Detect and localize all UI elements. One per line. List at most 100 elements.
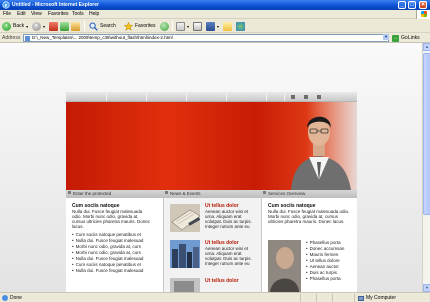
tab-bullet-icon [263, 191, 266, 194]
go-arrow-icon: → [392, 34, 399, 42]
mail-dropdown-icon: ▾ [187, 23, 190, 29]
menu-view[interactable]: View [31, 11, 42, 18]
menu-file[interactable]: File [3, 11, 11, 18]
windows-flag-icon [421, 11, 427, 17]
tab-enter-protected[interactable]: Enter the protected [68, 190, 111, 198]
messenger-icon [236, 21, 245, 31]
status-pane [332, 294, 333, 302]
news-text: Aenean auctor wisi et urna. Aliquam erat… [205, 246, 252, 266]
news-item: Ut tellus dolor Aenean auctor wisi et ur… [205, 203, 259, 229]
favorites-label: Favorites [135, 23, 156, 29]
home-mini-icon[interactable] [291, 95, 295, 99]
back-dropdown-icon[interactable]: ▾ [26, 24, 28, 29]
page-icon [25, 36, 30, 41]
scroll-thumb[interactable] [423, 53, 430, 215]
address-input[interactable]: D:\_New_Templates\... 2009\temp_c38\with… [23, 34, 389, 42]
column-about: Cum sociis natoque Nulla dui. Fusce feug… [72, 198, 160, 292]
tab-label: Enter the protected [73, 191, 112, 196]
star-icon [124, 21, 133, 31]
discuss-icon [223, 21, 232, 31]
column-services: Cum sociis natoque Nulla dui. Fusce feug… [268, 198, 356, 292]
nav-divider [186, 93, 187, 101]
news-text: Aenean auctor wisi et urna. Aliquam erat… [205, 209, 252, 229]
go-label: Go [401, 35, 408, 41]
ie-icon: e [2, 1, 10, 9]
status-pane [300, 294, 301, 302]
news-thumbnail-docs [170, 204, 200, 232]
svg-text:e: e [5, 3, 8, 9]
back-button[interactable]: ‹ Back ▾ [2, 21, 28, 31]
stop-icon [49, 21, 58, 31]
sitemap-mini-icon[interactable] [317, 95, 321, 99]
edit-icon [206, 21, 215, 31]
edit-button[interactable]: ▾ [206, 21, 219, 31]
minimize-button[interactable]: _ [398, 1, 406, 9]
scroll-down-icon[interactable]: ▼ [423, 284, 430, 292]
close-button[interactable]: × [419, 1, 427, 9]
toolbar: ‹ Back ▾ › ▾ Search Favorites ▾ ▾ [0, 19, 430, 33]
hero-banner [66, 102, 357, 190]
scroll-up-icon[interactable]: ▲ [423, 43, 430, 51]
stop-button[interactable] [49, 21, 58, 31]
menu-bar: File Edit View Favorites Tools Help [0, 10, 430, 19]
businessman-photo [291, 116, 351, 190]
menu-edit[interactable]: Edit [17, 11, 26, 18]
nav-divider [284, 93, 285, 101]
print-button[interactable] [193, 21, 202, 31]
search-icon [89, 22, 98, 31]
search-button[interactable]: Search [89, 21, 116, 31]
mail-button[interactable]: ▾ [176, 21, 189, 31]
news-item: Ut tellus dolor [205, 278, 259, 284]
vertical-scrollbar[interactable]: ▲ ▼ [422, 43, 430, 292]
home-button[interactable] [71, 21, 80, 31]
history-icon [160, 21, 169, 31]
services-photo [268, 240, 301, 292]
favorites-button[interactable]: Favorites [124, 21, 156, 31]
menu-favorites[interactable]: Favorites [48, 11, 69, 18]
zone-label: My Computer [366, 295, 397, 301]
address-bar: Address D:\_New_Templates\... 2009\temp_… [0, 33, 430, 43]
refresh-button[interactable] [60, 21, 69, 31]
news-thumbnail-city [170, 240, 200, 268]
news-title[interactable]: Ut tellus dolor [205, 278, 259, 284]
computer-icon [358, 295, 364, 301]
tab-label: News & Events [170, 191, 201, 196]
maximize-button[interactable]: □ [408, 1, 416, 9]
list-item[interactable]: Phasellus porta [306, 276, 344, 282]
edit-dropdown-icon: ▾ [217, 23, 220, 29]
status-bar: Done My Computer [0, 292, 430, 302]
messenger-button[interactable] [236, 21, 245, 31]
forward-arrow-icon: › [32, 21, 41, 31]
history-button[interactable] [160, 21, 169, 31]
menu-help[interactable]: Help [89, 11, 99, 18]
home-icon [71, 21, 80, 31]
column-paragraph: Nulla dui. Fusce feugiat malesuada odio.… [268, 209, 350, 224]
forward-button[interactable]: › ▾ [32, 21, 45, 31]
refresh-icon [60, 21, 69, 31]
search-label: Search [100, 23, 116, 29]
go-button[interactable]: → Go [392, 34, 408, 42]
tab-news-events[interactable]: News & Events [165, 190, 201, 198]
address-dropdown-icon[interactable]: ▼ [383, 34, 389, 40]
back-arrow-icon: ‹ [2, 21, 11, 31]
content-columns: Cum sociis natoque Nulla dui. Fusce feug… [66, 198, 357, 292]
address-url: D:\_New_Templates\... 2009\temp_c38\with… [32, 35, 173, 40]
security-zone: My Computer [358, 294, 396, 302]
status-pane [316, 294, 317, 302]
tab-services-overview[interactable]: Services Overview [263, 190, 305, 198]
discuss-button[interactable] [223, 21, 232, 31]
toolbar-separator-2 [172, 21, 173, 31]
links-button[interactable]: Links [408, 34, 420, 42]
nav-divider [146, 93, 147, 101]
tab-bullet-icon [68, 191, 71, 194]
page-status-icon [2, 295, 8, 301]
nav-divider [226, 93, 227, 101]
status-pane [354, 294, 355, 302]
print-icon [193, 21, 202, 31]
list-item[interactable]: Nulla dui. Fusce feugiat malesuad [72, 268, 160, 274]
mail-mini-icon[interactable] [304, 95, 308, 99]
forward-dropdown-icon[interactable]: ▾ [43, 24, 45, 29]
page-viewport: Enter the protected News & Events Servic… [0, 43, 422, 292]
title-bar: e Untitled - Microsoft Internet Explorer… [0, 0, 430, 10]
menu-tools[interactable]: Tools [72, 11, 84, 18]
